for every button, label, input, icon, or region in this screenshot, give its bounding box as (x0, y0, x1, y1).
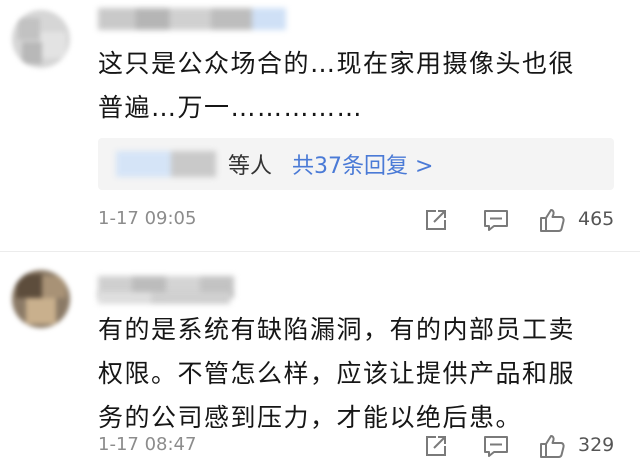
thumbs-up-icon[interactable] (538, 432, 566, 460)
comment-text-line: 普遍…万一…………… (98, 93, 364, 122)
comment-text-line: 权限。不管怎么样，应该让提供产品和服 (98, 359, 576, 388)
comment-time: 1-17 09:05 (98, 208, 197, 229)
replies-preview[interactable]: 等人 共37条回复 > (98, 138, 614, 190)
comment-icon[interactable] (482, 432, 510, 460)
reply-suffix: 等人 (228, 154, 273, 179)
comment-text: 这只是公众场合的…现在家用摄像头也很 普遍…万一…………… (98, 42, 618, 130)
like-count: 465 (578, 208, 615, 230)
user-subtitle-blurred (98, 292, 230, 304)
share-icon[interactable] (422, 206, 450, 234)
username-blurred[interactable] (98, 8, 286, 30)
comment-item: 有的是系统有缺陷漏洞，有的内部员工卖 权限。不管怎么样，应该让提供产品和服 务的… (0, 252, 640, 472)
thumbs-up-icon[interactable] (538, 206, 566, 234)
view-replies-link[interactable]: 共37条回复 > (292, 148, 433, 180)
avatar[interactable] (12, 10, 70, 68)
comment-item: 这只是公众场合的…现在家用摄像头也很 普遍…万一…………… 等人 共37条回复 … (0, 0, 640, 252)
comment-text: 有的是系统有缺陷漏洞，有的内部员工卖 权限。不管怎么样，应该让提供产品和服 务的… (98, 308, 618, 440)
comment-time: 1-17 08:47 (98, 434, 197, 455)
share-icon[interactable] (422, 432, 450, 460)
comment-text-line: 有的是系统有缺陷漏洞，有的内部员工卖 (98, 315, 576, 344)
reply-usernames-blurred (116, 151, 216, 177)
avatar[interactable] (12, 270, 70, 328)
comment-icon[interactable] (482, 206, 510, 234)
comment-text-line: 这只是公众场合的…现在家用摄像头也很 (98, 49, 576, 78)
like-count: 329 (578, 434, 615, 456)
